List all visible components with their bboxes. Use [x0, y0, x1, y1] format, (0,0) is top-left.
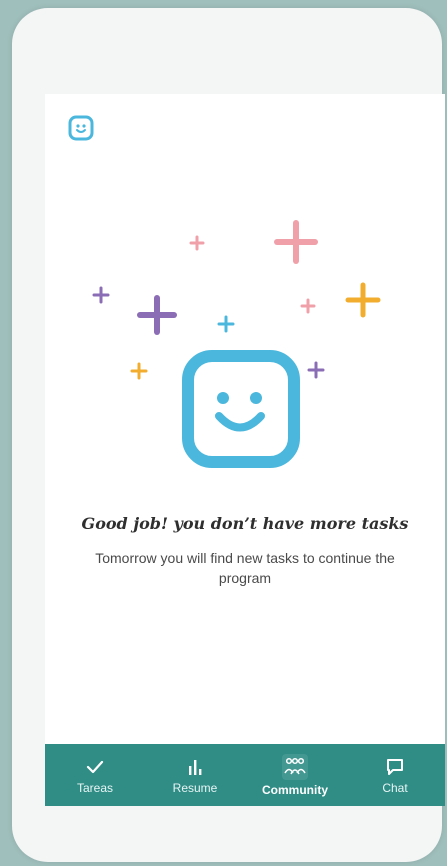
check-icon [84, 756, 106, 778]
nav-item-tareas[interactable]: Tareas [50, 744, 140, 806]
nav-item-resume[interactable]: Resume [150, 744, 240, 806]
bar-chart-icon [184, 756, 206, 778]
nav-label: Resume [172, 780, 218, 795]
bottom-navigation: Tareas Resume Community Chat [45, 744, 445, 806]
pink-plus-small-icon [300, 298, 316, 314]
nav-item-community[interactable]: Community [250, 744, 340, 806]
phone-frame: Good job! you don’t have more tasks Tomo… [12, 8, 445, 862]
purple-plus-small-icon [92, 286, 110, 304]
nav-label: Tareas [76, 780, 114, 795]
orange-plus-small-icon [130, 362, 148, 380]
pink-plus-small-icon [189, 235, 205, 251]
nav-item-chat[interactable]: Chat [350, 744, 440, 806]
orange-plus-large-icon [345, 282, 381, 318]
big-smiley-icon [182, 350, 300, 468]
nav-label: Chat [382, 780, 408, 795]
confetti-smiley-illustration [45, 94, 445, 514]
blue-plus-small-icon [217, 315, 235, 333]
nav-label: Community [262, 782, 328, 797]
purple-plus-small-icon [307, 361, 325, 379]
pink-plus-large-icon [274, 220, 318, 264]
app-screen: Good job! you don’t have more tasks Tomo… [45, 94, 445, 806]
empty-state-message: Tomorrow you will find new tasks to cont… [95, 550, 395, 586]
empty-state-title: Good job! you don’t have more tasks [81, 514, 409, 533]
community-icon [282, 753, 308, 780]
purple-plus-large-icon [137, 295, 177, 335]
chat-bubble-icon [384, 756, 406, 778]
